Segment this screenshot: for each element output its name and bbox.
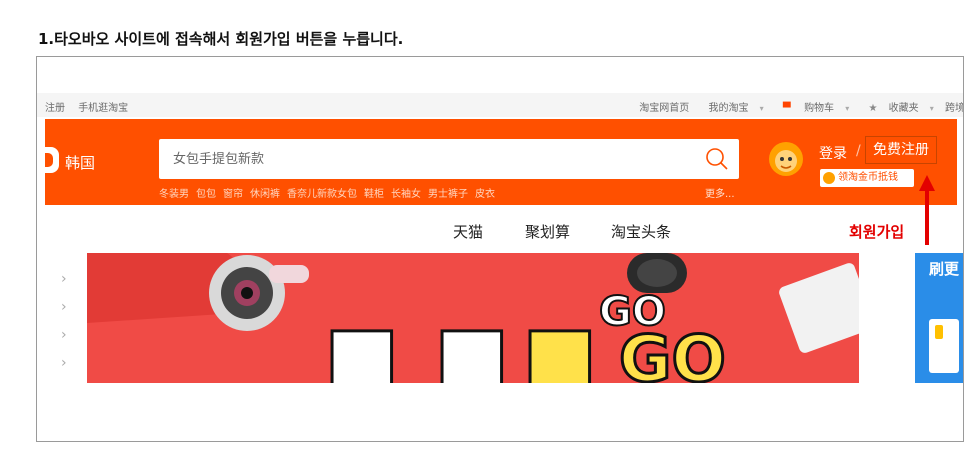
- topbar-cart-link[interactable]: ▀ 购物车 ▾: [775, 103, 849, 114]
- search-input[interactable]: [173, 139, 693, 179]
- search-icon[interactable]: [705, 147, 729, 171]
- hotword-link[interactable]: 长袖女: [391, 189, 421, 200]
- star-icon: ★: [868, 103, 878, 114]
- coupon-label: 领淘金币抵钱: [838, 172, 898, 183]
- hot-keywords: 冬装男 包包 窗帘 休闲裤 香奈儿新款女包 鞋柜 长袖女 男士裤子 皮衣: [159, 185, 502, 200]
- coin-coupon-link[interactable]: 领淘金币抵钱: [820, 169, 914, 187]
- topbar-favorites-link[interactable]: ★ 收藏夹 ▾: [860, 103, 933, 114]
- chevron-right-icon[interactable]: ›: [61, 299, 67, 315]
- chevron-down-icon: ▾: [845, 104, 850, 113]
- instruction-title: 1.타오바오 사이트에 접속해서 회원가입 버튼을 누릅니다.: [38, 30, 404, 48]
- taobao-logo-icon[interactable]: [45, 147, 59, 173]
- hotword-link[interactable]: 窗帘: [223, 189, 243, 200]
- hotword-link[interactable]: 冬装男: [159, 189, 189, 200]
- separator: /: [856, 143, 861, 159]
- nav-item-tmall[interactable]: 天猫: [453, 221, 483, 242]
- banner-artwork: ■ ■ ■ GO GO: [87, 253, 859, 383]
- register-button[interactable]: 免费注册: [865, 136, 937, 164]
- svg-text:■: ■: [325, 310, 399, 383]
- svg-text:■: ■: [523, 310, 597, 383]
- chevron-down-icon: ▾: [929, 104, 934, 113]
- main-nav: 天猫 聚划算 淘宝头条: [37, 221, 963, 247]
- cart-icon: ▀: [782, 103, 791, 114]
- nav-item-juhuasuan[interactable]: 聚划算: [525, 221, 570, 242]
- hotword-link[interactable]: 香奈儿新款女包: [287, 189, 357, 200]
- side-panel-card: [929, 319, 959, 373]
- hotword-link[interactable]: 包包: [196, 189, 216, 200]
- topbar-register-link[interactable]: 注册: [45, 103, 65, 114]
- side-promo-panel[interactable]: 刷更: [915, 253, 963, 383]
- my-taobao-label: 我的淘宝: [708, 103, 749, 114]
- promo-banner[interactable]: ■ ■ ■ GO GO: [87, 253, 859, 383]
- chevron-right-icon[interactable]: ›: [61, 271, 67, 287]
- topbar-my-taobao-link[interactable]: 我的淘宝 ▾: [700, 103, 763, 114]
- topbar-home-link[interactable]: 淘宝网首页: [639, 103, 689, 114]
- browser-screenshot-frame: 注册 手机逛淘宝 淘宝网首页 我的淘宝 ▾ ▀ 购物车 ▾ ★ 收藏夹 ▾ 跨境…: [36, 56, 964, 442]
- hotword-link[interactable]: 皮衣: [475, 189, 495, 200]
- hotword-link[interactable]: 男士裤子: [428, 189, 468, 200]
- more-link[interactable]: 更多...: [705, 185, 735, 200]
- topbar-mobile-link[interactable]: 手机逛淘宝: [78, 103, 128, 114]
- search-box: [159, 139, 739, 179]
- avatar-mascot-icon[interactable]: [767, 139, 805, 181]
- utility-bar-right: 淘宝网首页 我的淘宝 ▾ ▀ 购物车 ▾ ★ 收藏夹 ▾ 跨境: [631, 99, 963, 114]
- site-header: 韩国 冬装男包包窗帘休闲裤香奈儿新款女包鞋柜长袖女男士裤子皮衣 更多... 登录…: [45, 119, 957, 205]
- favorites-label: 收藏夹: [888, 103, 919, 114]
- side-panel-text: 刷更: [929, 260, 960, 278]
- coin-icon: [823, 172, 835, 184]
- login-link[interactable]: 登录: [819, 143, 847, 163]
- topbar-crossborder-link[interactable]: 跨境: [945, 103, 963, 114]
- chevron-right-icon[interactable]: ›: [61, 327, 67, 343]
- hotword-link[interactable]: 休闲裤: [250, 189, 280, 200]
- cart-label: 购物车: [804, 103, 835, 114]
- chevron-down-icon: ▾: [759, 104, 764, 113]
- svg-text:■: ■: [435, 310, 509, 383]
- nav-item-headlines[interactable]: 淘宝头条: [611, 221, 671, 242]
- chevron-right-icon[interactable]: ›: [61, 355, 67, 371]
- utility-bar-left: 注册 手机逛淘宝: [45, 99, 138, 114]
- arrow-up-icon: [919, 175, 935, 245]
- region-label: 韩国: [65, 154, 96, 172]
- annotation-label: 회원가입: [849, 223, 905, 241]
- svg-text:GO: GO: [619, 323, 726, 383]
- hotword-link[interactable]: 鞋柜: [364, 189, 384, 200]
- utility-bar: 注册 手机逛淘宝 淘宝网首页 我的淘宝 ▾ ▀ 购物车 ▾ ★ 收藏夹 ▾ 跨境: [37, 93, 963, 117]
